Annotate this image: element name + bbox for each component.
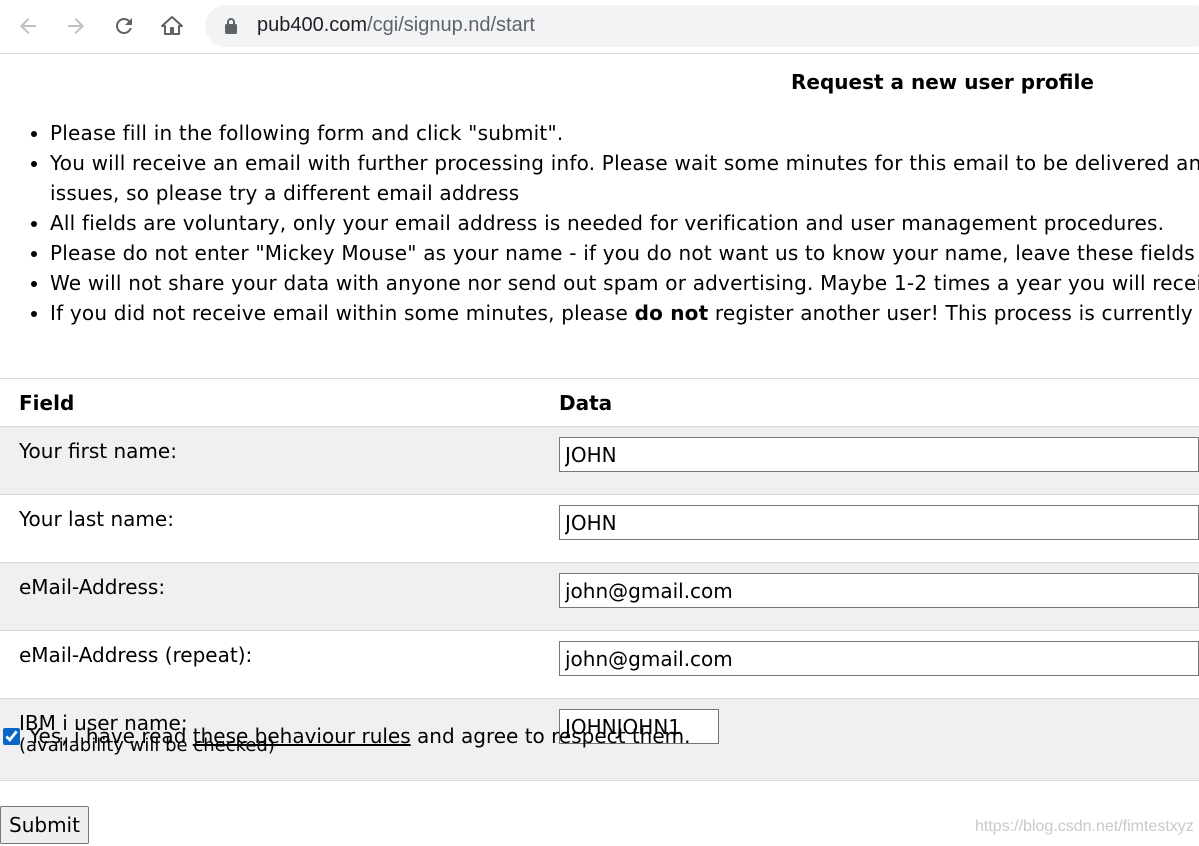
do-not-emphasis: do not xyxy=(634,301,709,325)
agree-checkbox[interactable] xyxy=(3,727,20,745)
first-name-input[interactable] xyxy=(559,437,1199,472)
instruction-text-continued: issues, so please try a different email … xyxy=(50,181,520,205)
email-repeat-input[interactable] xyxy=(559,641,1199,676)
url-host: pub400.com xyxy=(257,14,368,36)
arrow-left-icon xyxy=(20,18,36,34)
first-name-label: Your first name: xyxy=(0,426,551,495)
behaviour-rules-link[interactable]: these behaviour rules xyxy=(193,724,411,748)
forward-button[interactable] xyxy=(60,10,92,42)
signup-form-table: Field Data Your first name: Your last na… xyxy=(0,379,1199,781)
watermark-text: https://blog.csdn.net/fimtestxyz xyxy=(975,818,1194,835)
email-repeat-label: eMail-Address (repeat): xyxy=(0,630,551,699)
last-name-label: Your last name: xyxy=(0,494,551,563)
agree-suffix: and agree to respect them. xyxy=(417,724,691,748)
instruction-item: You will receive an email with further p… xyxy=(50,148,1199,208)
instruction-text: register another user! This process is c… xyxy=(714,301,1193,325)
page-title: Request a new user profile xyxy=(791,70,1094,94)
lock-icon xyxy=(225,18,237,34)
reload-button[interactable] xyxy=(108,10,140,42)
home-icon xyxy=(161,16,183,35)
arrow-right-icon xyxy=(68,18,84,34)
instructions-list: Please fill in the following form and cl… xyxy=(0,118,1199,328)
back-button[interactable] xyxy=(12,10,44,42)
last-name-cell xyxy=(551,494,1199,563)
instruction-text: You will receive an email with further p… xyxy=(50,151,1199,175)
last-name-input[interactable] xyxy=(559,505,1199,540)
table-row: Your first name: xyxy=(0,426,1199,495)
instruction-item: Please do not enter "Mickey Mouse" as yo… xyxy=(50,238,1199,268)
table-header-row: Field Data xyxy=(0,379,1199,427)
agree-prefix: Yes, i have read xyxy=(29,724,187,748)
instruction-item: All fields are voluntary, only your emai… xyxy=(50,208,1199,238)
instruction-item: We will not share your data with anyone … xyxy=(50,268,1199,298)
home-button[interactable] xyxy=(156,10,188,42)
browser-toolbar: pub400.com/cgi/signup.nd/start xyxy=(0,0,1199,54)
address-bar[interactable]: pub400.com/cgi/signup.nd/start xyxy=(205,5,1199,47)
instruction-item: Please fill in the following form and cl… xyxy=(50,118,1199,148)
divider xyxy=(0,778,1199,779)
agreement-row: Yes, i have read these behaviour rules a… xyxy=(0,724,691,748)
table-row: eMail-Address: xyxy=(0,562,1199,631)
submit-button[interactable]: Submit xyxy=(0,806,89,844)
instruction-text: If you did not receive email within some… xyxy=(50,301,629,325)
email-repeat-cell xyxy=(551,630,1199,699)
column-header-data: Data xyxy=(551,379,1199,427)
table-row: eMail-Address (repeat): xyxy=(0,630,1199,699)
email-cell xyxy=(551,562,1199,631)
column-header-field: Field xyxy=(0,379,551,427)
email-label: eMail-Address: xyxy=(0,562,551,631)
instruction-item: If you did not receive email within some… xyxy=(50,298,1199,328)
url-path: /cgi/signup.nd/start xyxy=(367,14,535,36)
reload-icon xyxy=(115,17,132,34)
email-input[interactable] xyxy=(559,573,1199,608)
first-name-cell xyxy=(551,426,1199,495)
table-row: Your last name: xyxy=(0,494,1199,563)
url-text[interactable]: pub400.com/cgi/signup.nd/start xyxy=(257,14,535,37)
